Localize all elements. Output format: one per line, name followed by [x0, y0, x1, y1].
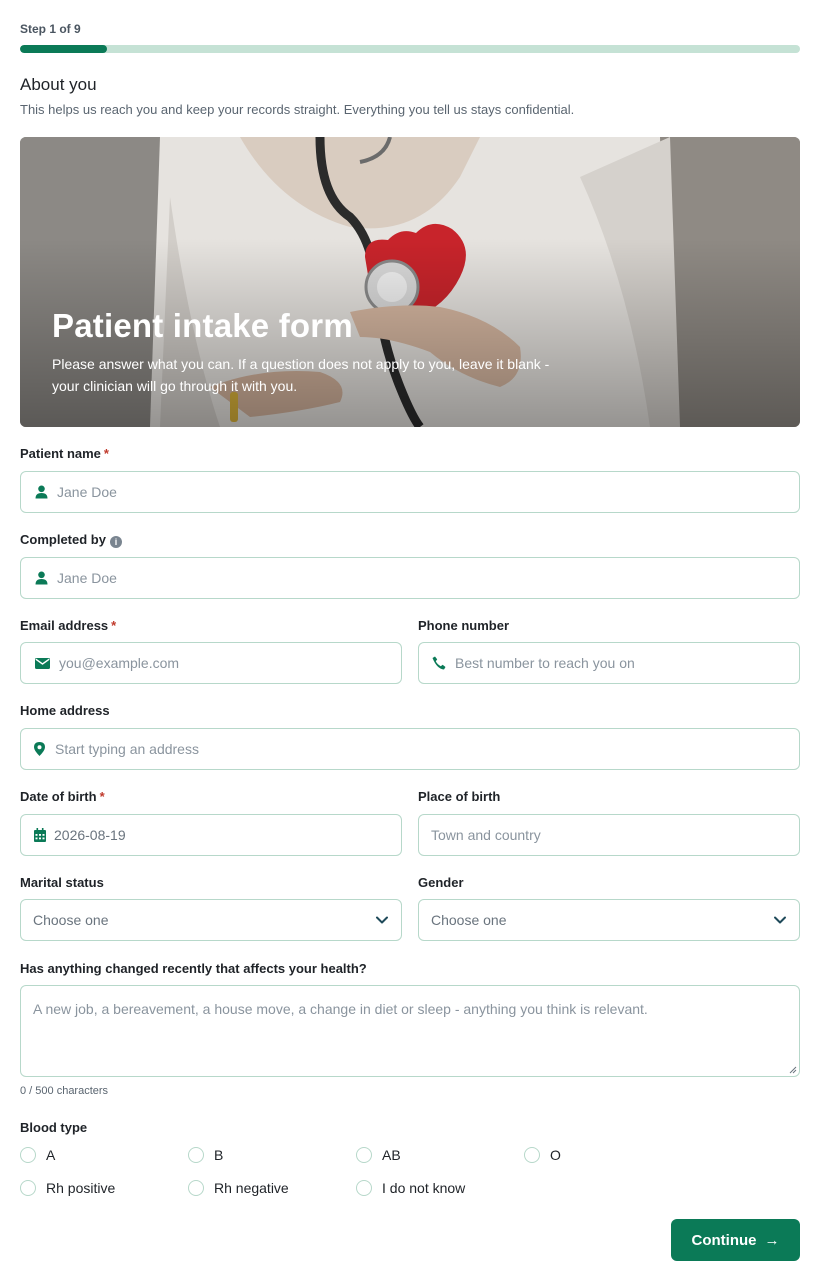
- hero-subtitle: Please answer what you can. If a questio…: [52, 356, 550, 394]
- radio-label: AB: [382, 1147, 401, 1163]
- chevron-down-icon: [376, 916, 388, 924]
- phone-field[interactable]: [418, 642, 800, 684]
- blood-type-option-a[interactable]: A: [20, 1147, 55, 1163]
- marital-status-label: Marital status: [20, 875, 104, 890]
- completed-by-label: Completed by i: [20, 532, 122, 548]
- gender-label: Gender: [418, 875, 464, 890]
- character-count: 0 / 500 characters: [20, 1085, 109, 1097]
- email-field[interactable]: [20, 642, 402, 684]
- blood-type-option-ab[interactable]: AB: [356, 1147, 401, 1163]
- health-changes-field[interactable]: [20, 985, 800, 1077]
- home-address-input[interactable]: [55, 729, 799, 769]
- place-of-birth-field[interactable]: [418, 814, 800, 856]
- email-input[interactable]: [59, 643, 401, 683]
- radio-label: Rh negative: [214, 1180, 289, 1196]
- radio-label: B: [214, 1147, 224, 1163]
- place-of-birth-label: Place of birth: [418, 789, 501, 804]
- completed-by-input[interactable]: [57, 558, 799, 598]
- phone-input[interactable]: [455, 643, 799, 683]
- continue-button[interactable]: Continue →: [671, 1219, 800, 1261]
- health-changes-textarea[interactable]: [21, 986, 799, 1076]
- email-label-text: Email address: [20, 618, 109, 633]
- radio-label: Rh positive: [46, 1180, 116, 1196]
- map-pin-icon: [34, 742, 45, 756]
- phone-label: Phone number: [418, 618, 510, 633]
- radio-circle[interactable]: [188, 1180, 204, 1196]
- hero-title: Patient intake form: [52, 307, 353, 344]
- date-of-birth-value[interactable]: 2026-08-19: [54, 827, 126, 843]
- marital-status-select[interactable]: Choose one: [20, 899, 402, 941]
- radio-circle[interactable]: [356, 1180, 372, 1196]
- gender-select[interactable]: Choose one: [418, 899, 800, 941]
- patient-name-input[interactable]: [57, 472, 799, 512]
- date-of-birth-field[interactable]: 2026-08-19: [20, 814, 402, 856]
- section-title: About you: [20, 75, 97, 94]
- date-of-birth-label-text: Date of birth: [20, 789, 97, 804]
- required-mark: *: [111, 618, 117, 633]
- radio-circle[interactable]: [20, 1147, 36, 1163]
- home-address-field[interactable]: [20, 728, 800, 770]
- phone-icon: [432, 656, 446, 670]
- blood-type-option-b[interactable]: B: [188, 1147, 223, 1163]
- step-label: Step 1 of 9: [20, 22, 81, 36]
- gender-value: Choose one: [431, 912, 507, 928]
- blood-type-option-o[interactable]: O: [524, 1147, 561, 1163]
- user-icon: [34, 571, 48, 585]
- resize-handle-icon[interactable]: [789, 1066, 797, 1074]
- section-description: This helps us reach you and keep your re…: [20, 102, 575, 117]
- radio-circle[interactable]: [188, 1147, 204, 1163]
- radio-circle[interactable]: [524, 1147, 540, 1163]
- progress-bar: [20, 45, 800, 53]
- blood-type-option-rh-positive[interactable]: Rh positive: [20, 1180, 115, 1196]
- user-icon: [34, 485, 48, 499]
- hero-banner: Patient intake form Please answer what y…: [20, 137, 800, 427]
- required-mark: *: [99, 789, 105, 804]
- radio-label: O: [550, 1147, 561, 1163]
- patient-name-label: Patient name *: [20, 446, 109, 461]
- email-label: Email address *: [20, 618, 116, 633]
- radio-circle[interactable]: [20, 1180, 36, 1196]
- continue-label: Continue: [691, 1231, 757, 1249]
- required-mark: *: [103, 446, 109, 461]
- info-icon[interactable]: i: [109, 536, 122, 548]
- radio-label: I do not know: [382, 1180, 466, 1196]
- chevron-down-icon: [774, 916, 786, 924]
- arrow-right-icon: →: [764, 1231, 780, 1249]
- intake-page: Step 1 of 9 About you This helps us reac…: [0, 0, 820, 1282]
- completed-by-field[interactable]: [20, 557, 800, 599]
- place-of-birth-input[interactable]: [419, 815, 799, 855]
- blood-type-option-rh-negative[interactable]: Rh negative: [188, 1180, 289, 1196]
- blood-type-label: Blood type: [20, 1120, 88, 1135]
- date-of-birth-label: Date of birth *: [20, 789, 105, 804]
- radio-label: A: [46, 1147, 56, 1163]
- home-address-label: Home address: [20, 703, 110, 718]
- calendar-icon: [34, 828, 46, 842]
- radio-circle[interactable]: [356, 1147, 372, 1163]
- completed-by-label-text: Completed by: [20, 532, 106, 547]
- progress-fill: [20, 45, 107, 53]
- marital-status-value: Choose one: [33, 912, 109, 928]
- envelope-icon: [34, 656, 50, 670]
- health-changes-label: Has anything changed recently that affec…: [20, 961, 367, 976]
- patient-name-label-text: Patient name: [20, 446, 101, 461]
- blood-type-option-unknown[interactable]: I do not know: [356, 1180, 465, 1196]
- patient-name-field[interactable]: [20, 471, 800, 513]
